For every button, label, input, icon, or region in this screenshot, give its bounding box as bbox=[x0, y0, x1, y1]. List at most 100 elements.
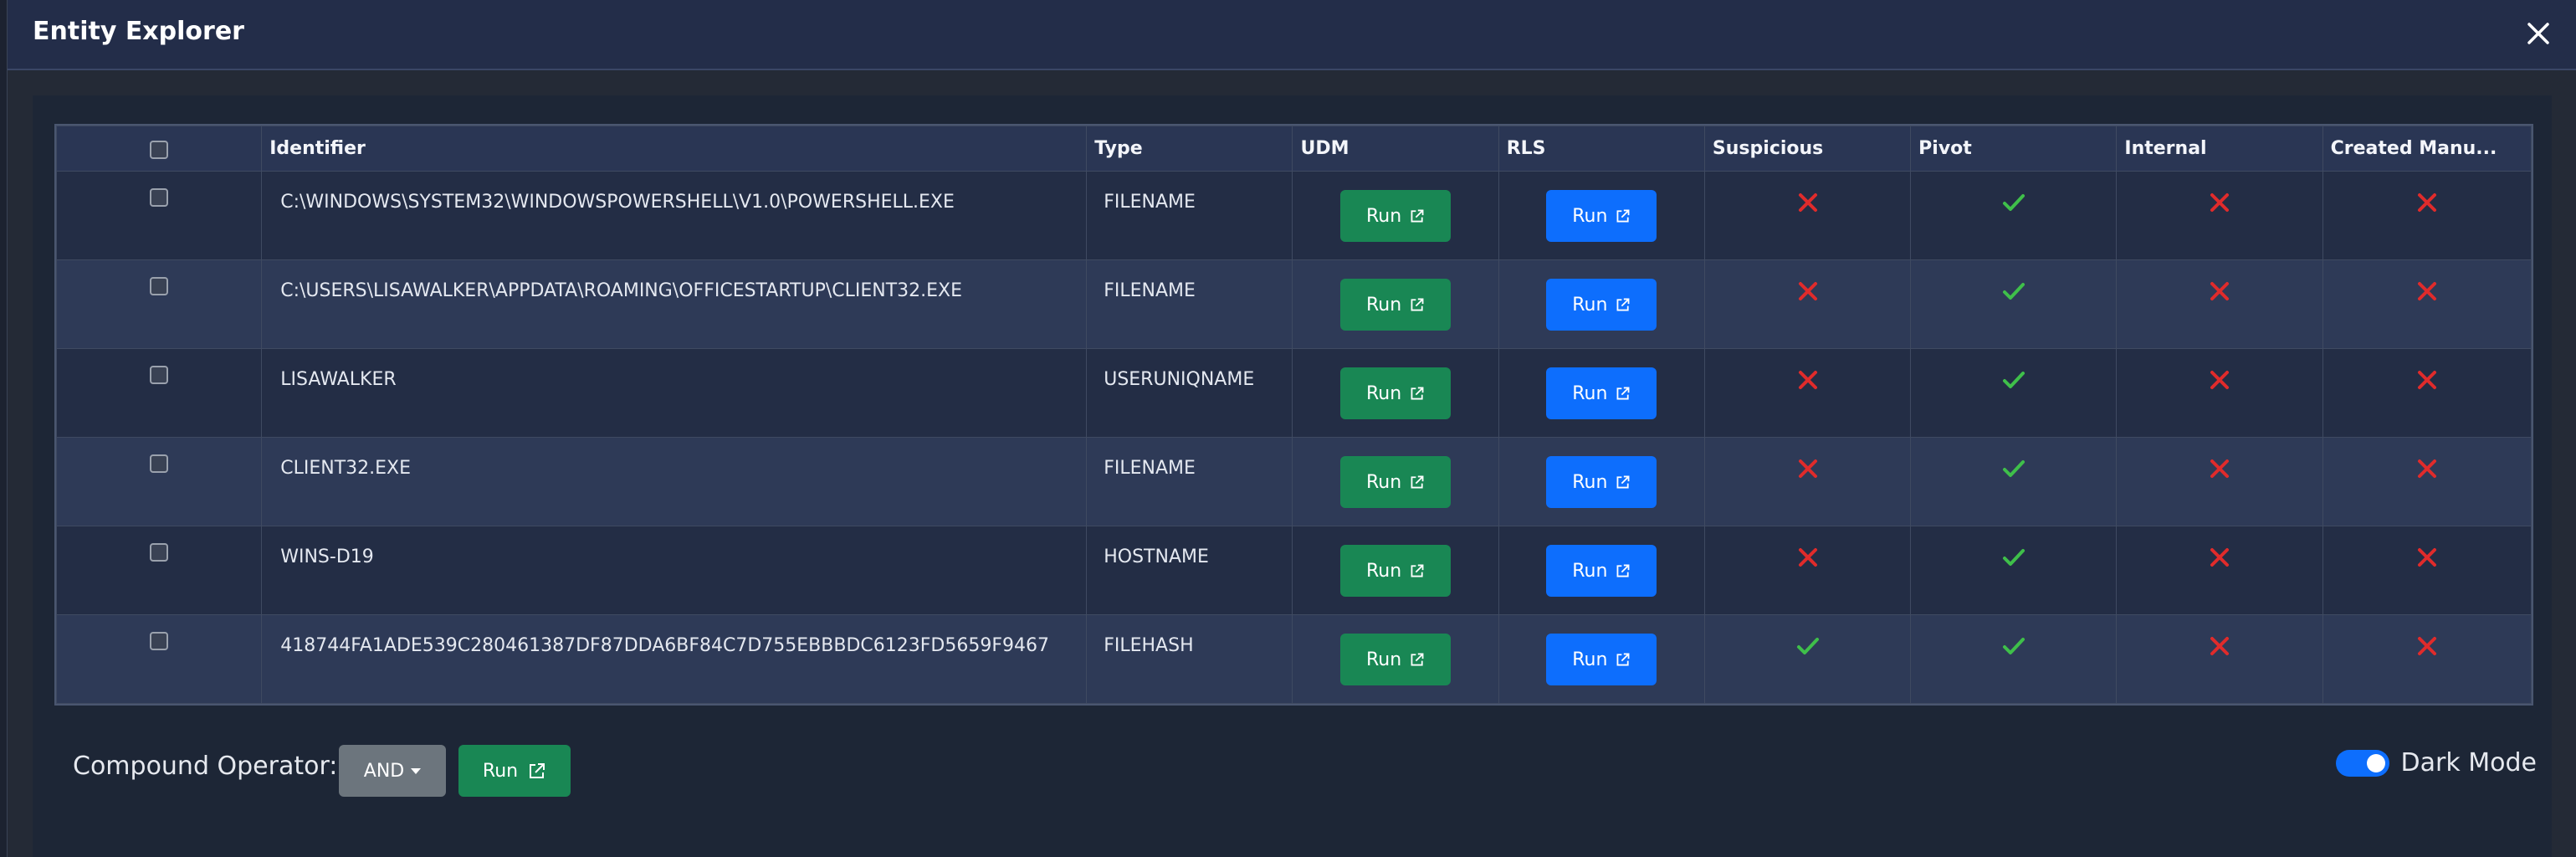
column-header-type[interactable]: Type bbox=[1086, 126, 1293, 172]
external-link-icon bbox=[1616, 387, 1630, 400]
x-icon bbox=[1798, 548, 1817, 567]
internal-cell bbox=[2116, 171, 2323, 260]
row-checkbox[interactable] bbox=[150, 366, 169, 384]
identifier-cell: 418744FA1ADE539C280461387DF87DDA6BF84C7D… bbox=[261, 614, 1088, 704]
x-icon bbox=[2210, 637, 2229, 655]
table-header-row: Identifier Type UDM RLS Suspicious Pivot… bbox=[55, 126, 2532, 172]
external-link-icon bbox=[1411, 564, 1424, 577]
rls-run-button[interactable]: Run bbox=[1546, 634, 1657, 685]
identifier-text: LISAWALKER bbox=[280, 369, 397, 390]
udm-run-label: Run bbox=[1365, 560, 1402, 582]
rls-run-label: Run bbox=[1572, 382, 1608, 404]
x-icon bbox=[1798, 371, 1817, 389]
close-button[interactable] bbox=[2520, 15, 2557, 52]
type-cell: FILEHASH bbox=[1086, 614, 1293, 704]
select-all-header bbox=[55, 126, 263, 172]
column-header-created-manually[interactable]: Created Manu... bbox=[2322, 126, 2532, 172]
x-icon bbox=[2417, 548, 2436, 567]
type-text: FILENAME bbox=[1104, 280, 1196, 301]
rls-cell: Run bbox=[1498, 437, 1705, 526]
column-header-suspicious[interactable]: Suspicious bbox=[1703, 126, 1912, 172]
udm-cell: Run bbox=[1292, 171, 1499, 260]
identifier-text: C:\WINDOWS\SYSTEM32\WINDOWSPOWERSHELL\V1… bbox=[280, 192, 955, 213]
column-header-rls[interactable]: RLS bbox=[1498, 126, 1705, 172]
udm-run-label: Run bbox=[1365, 649, 1402, 670]
rls-run-button[interactable]: Run bbox=[1546, 367, 1657, 419]
udm-cell: Run bbox=[1292, 614, 1499, 704]
check-icon bbox=[2002, 549, 2025, 566]
suspicious-cell bbox=[1703, 171, 1912, 260]
caret-down-icon bbox=[411, 767, 422, 774]
check-icon bbox=[1796, 638, 1819, 654]
internal-cell bbox=[2116, 348, 2323, 438]
compound-operator-label: Compound Operator: bbox=[73, 752, 338, 781]
column-header-identifier[interactable]: Identifier bbox=[261, 126, 1088, 172]
column-header-internal[interactable]: Internal bbox=[2116, 126, 2323, 172]
row-checkbox[interactable] bbox=[150, 277, 169, 295]
identifier-cell: C:\WINDOWS\SYSTEM32\WINDOWSPOWERSHELL\V1… bbox=[261, 171, 1088, 260]
row-checkbox[interactable] bbox=[150, 188, 169, 207]
compound-run-label: Run bbox=[482, 760, 519, 782]
type-text: FILEHASH bbox=[1104, 635, 1194, 656]
udm-run-button[interactable]: Run bbox=[1340, 367, 1452, 419]
column-header-pivot[interactable]: Pivot bbox=[1910, 126, 2118, 172]
udm-run-label: Run bbox=[1365, 205, 1402, 227]
rls-run-button[interactable]: Run bbox=[1546, 279, 1657, 331]
x-icon bbox=[1798, 459, 1817, 478]
compound-operator-dropdown[interactable]: AND bbox=[339, 745, 446, 797]
suspicious-cell bbox=[1703, 348, 1912, 438]
x-icon bbox=[1798, 193, 1817, 212]
external-link-icon bbox=[1411, 475, 1424, 489]
type-cell: FILENAME bbox=[1086, 171, 1293, 260]
udm-run-button[interactable]: Run bbox=[1340, 279, 1452, 331]
rls-run-label: Run bbox=[1572, 471, 1608, 493]
identifier-text: C:\USERS\LISAWALKER\APPDATA\ROAMING\OFFI… bbox=[280, 280, 963, 301]
created-manually-cell bbox=[2322, 614, 2532, 704]
x-icon bbox=[2210, 282, 2229, 300]
row-select-cell bbox=[55, 526, 263, 615]
rls-run-label: Run bbox=[1572, 649, 1608, 670]
compound-run-button[interactable]: Run bbox=[458, 745, 571, 797]
table-row: CLIENT32.EXE FILENAME Run Run bbox=[55, 437, 2532, 526]
rls-run-button[interactable]: Run bbox=[1546, 456, 1657, 508]
x-icon bbox=[1798, 282, 1817, 300]
check-icon bbox=[2002, 194, 2025, 211]
external-link-icon bbox=[1616, 653, 1630, 666]
udm-run-button[interactable]: Run bbox=[1340, 456, 1452, 508]
rls-cell: Run bbox=[1498, 171, 1705, 260]
rls-run-button[interactable]: Run bbox=[1546, 190, 1657, 242]
row-checkbox[interactable] bbox=[150, 454, 169, 473]
internal-cell bbox=[2116, 526, 2323, 615]
external-link-icon bbox=[1411, 298, 1424, 311]
udm-run-button[interactable]: Run bbox=[1340, 634, 1452, 685]
row-checkbox[interactable] bbox=[150, 632, 169, 650]
x-icon bbox=[2417, 459, 2436, 478]
table-row: C:\USERS\LISAWALKER\APPDATA\ROAMING\OFFI… bbox=[55, 259, 2532, 349]
internal-cell bbox=[2116, 614, 2323, 704]
dark-mode-switch[interactable] bbox=[2335, 749, 2389, 777]
external-link-icon bbox=[1616, 475, 1630, 489]
row-select-cell bbox=[55, 259, 263, 349]
compound-operator-value: AND bbox=[363, 760, 405, 782]
modal-body: Identifier Type UDM RLS Suspicious Pivot… bbox=[33, 95, 2552, 857]
rls-cell: Run bbox=[1498, 614, 1705, 704]
identifier-text: CLIENT32.EXE bbox=[280, 458, 411, 479]
check-icon bbox=[2002, 372, 2025, 388]
x-icon bbox=[2417, 637, 2436, 655]
udm-run-button[interactable]: Run bbox=[1340, 545, 1452, 597]
column-header-udm[interactable]: UDM bbox=[1292, 126, 1499, 172]
row-checkbox[interactable] bbox=[150, 543, 169, 562]
identifier-cell: LISAWALKER bbox=[261, 348, 1088, 438]
rls-cell: Run bbox=[1498, 259, 1705, 349]
udm-cell: Run bbox=[1292, 348, 1499, 438]
identifier-cell: C:\USERS\LISAWALKER\APPDATA\ROAMING\OFFI… bbox=[261, 259, 1088, 349]
rls-run-button[interactable]: Run bbox=[1546, 545, 1657, 597]
created-manually-cell bbox=[2322, 171, 2532, 260]
suspicious-cell bbox=[1703, 526, 1912, 615]
pivot-cell bbox=[1910, 171, 2118, 260]
udm-cell: Run bbox=[1292, 259, 1499, 349]
type-text: FILENAME bbox=[1104, 192, 1196, 213]
rls-cell: Run bbox=[1498, 348, 1705, 438]
select-all-checkbox[interactable] bbox=[150, 140, 169, 159]
udm-run-button[interactable]: Run bbox=[1340, 190, 1452, 242]
